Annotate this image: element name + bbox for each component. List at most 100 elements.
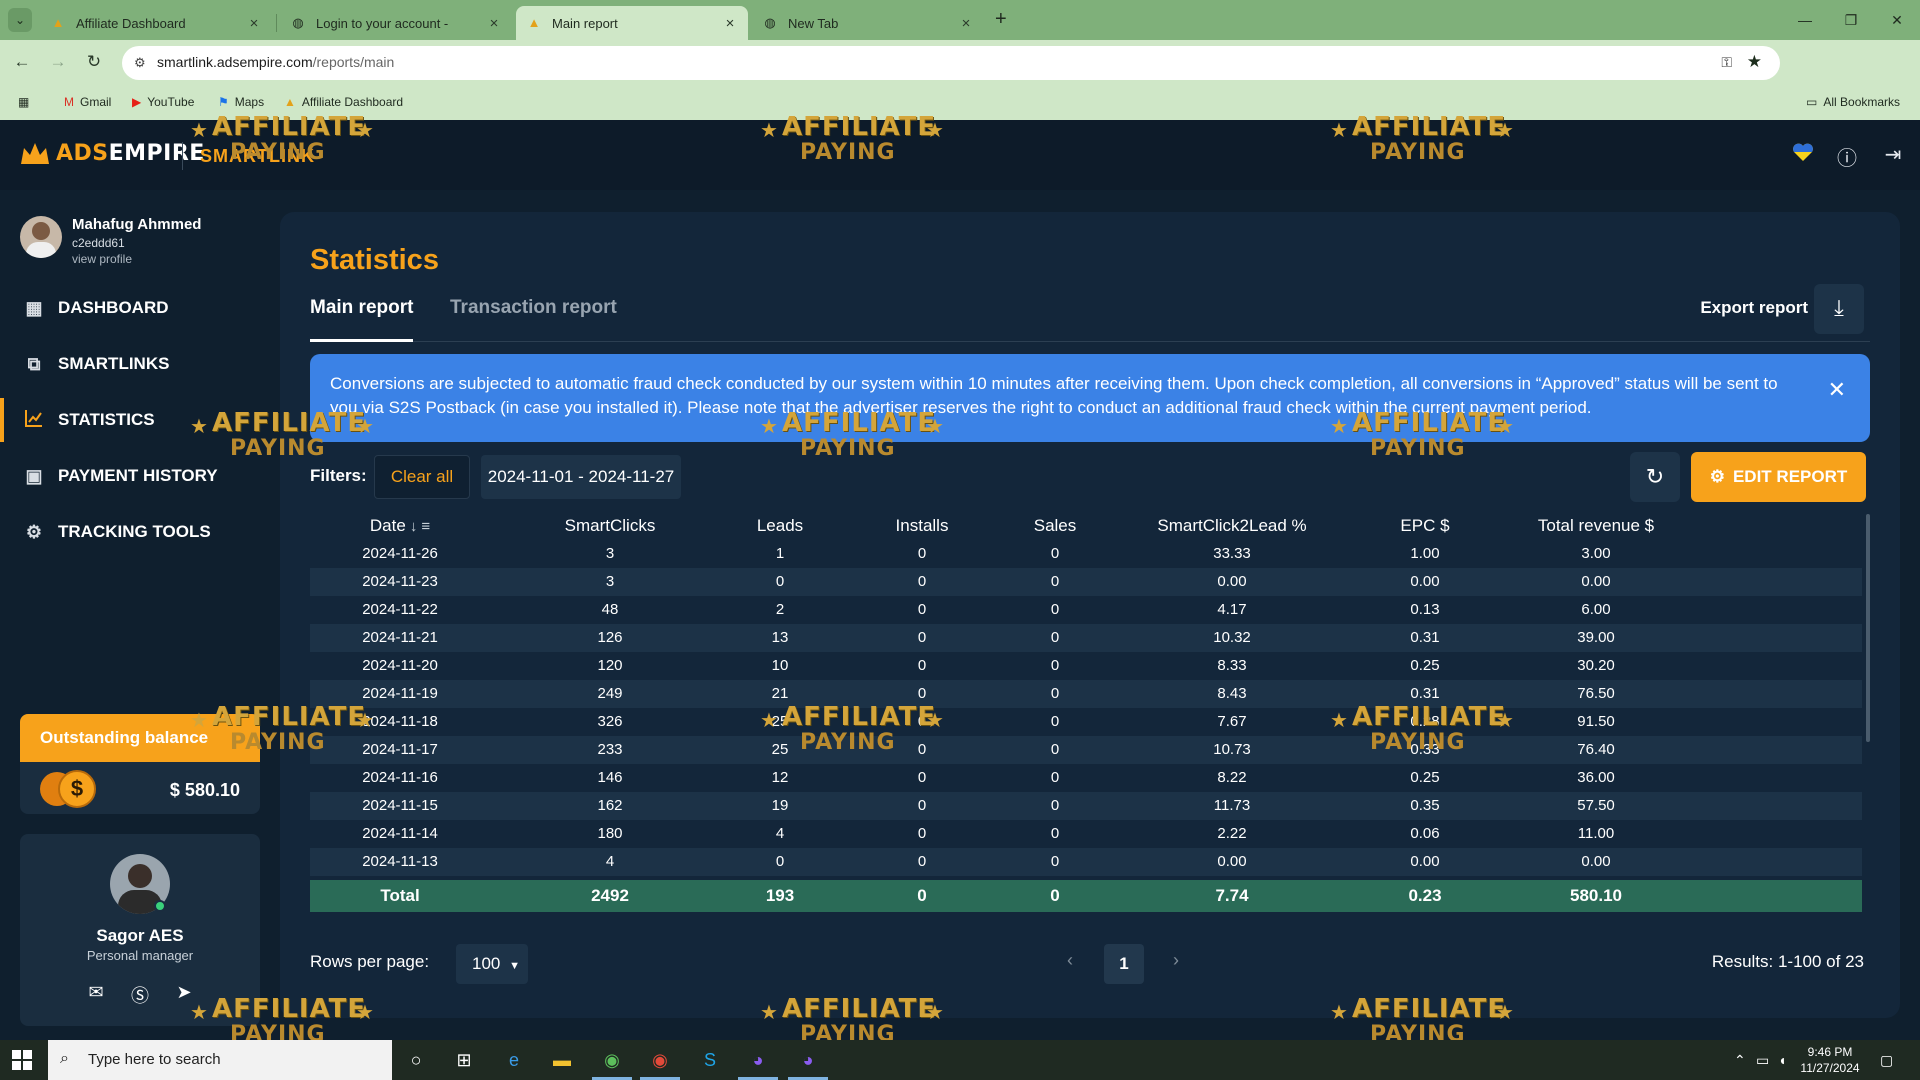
browser-tab-affiliate-dashboard[interactable]: ▲ Affiliate Dashboard × [40,6,272,40]
page-number-button[interactable]: 1 [1104,944,1144,984]
tab-search-menu-icon[interactable]: ⌄ [8,8,32,32]
chrome-icon[interactable]: ◉ [598,1048,626,1072]
forward-arrow-icon[interactable]: → [46,52,70,72]
adsempire-logo[interactable]: ADS EMPIRE [20,140,205,166]
sort-arrow-icon[interactable]: ↓ [410,518,418,535]
clear-all-button[interactable]: Clear all [374,455,470,499]
skype-icon[interactable]: Ⓢ [128,982,152,1008]
telegram-icon[interactable]: ➤ [172,982,196,1003]
skype-app-icon[interactable]: S [696,1048,724,1072]
taskbar-search-input[interactable]: ⌕ Type here to search [48,1040,392,1080]
cell-total-revenue: 91.50 [1577,713,1615,730]
reload-icon[interactable]: ↻ [82,52,106,72]
table-row: 2024-11-19 249 21 0 0 8.43 0.31 76.50 [310,680,1862,708]
close-tab-icon[interactable]: × [958,15,974,32]
rows-per-page-select[interactable]: 100 ▼ [456,944,528,984]
table-scrollbar[interactable] [1866,514,1870,742]
filter-icon[interactable]: ≡ [421,518,430,535]
back-arrow-icon[interactable]: ← [10,52,34,72]
table-row: 2024-11-16 146 12 0 0 8.22 0.25 36.00 [310,764,1862,792]
cell-installs: 0 [917,769,927,786]
cell-epc: 0.13 [1410,601,1440,618]
browser-tab-login[interactable]: ◍ Login to your account - × [280,6,512,40]
cell-sales: 0 [1050,825,1060,842]
ukraine-heart-icon[interactable] [1790,142,1816,168]
product-name: SMARTLINK [200,146,315,166]
cell-smartclicks: 249 [597,685,623,702]
cell-smartclick2lead: 0.00 [1217,853,1247,870]
edit-report-button[interactable]: ⚙ EDIT REPORT [1691,452,1866,502]
column-header-leads[interactable]: Leads [757,512,803,540]
tab-main-report[interactable]: Main report [310,296,414,342]
results-count: Results: 1-100 of 23 [1711,952,1864,971]
table-row: 2024-11-26 3 1 0 0 33.33 1.00 3.00 [310,540,1862,568]
column-header-sales[interactable]: Sales [1034,512,1077,540]
volume-icon[interactable]: ◖ [1778,1052,1786,1068]
all-bookmarks-folder[interactable]: ▭ All Bookmarks [1806,95,1900,109]
download-icon[interactable]: ⤓ [1814,284,1864,334]
messenger-icon[interactable]: ◕ [794,1048,822,1072]
bookmark-star-icon[interactable]: ★ [1747,52,1762,72]
close-window-icon[interactable]: ✕ [1874,6,1920,34]
restore-window-icon[interactable]: ❐ [1828,6,1874,34]
password-key-icon[interactable]: ⚿ [1721,54,1732,71]
column-header-smartclicks[interactable]: SmartClicks [565,512,656,540]
column-header-smartclick2lead[interactable]: SmartClick2Lead % [1157,512,1306,540]
chrome-profile-icon[interactable]: ◉ [646,1048,674,1072]
close-icon[interactable]: ✕ [1828,378,1846,402]
close-tab-icon[interactable]: × [246,15,262,32]
gear-icon: ⚙ [25,521,43,542]
messenger-icon[interactable]: ◕ [744,1048,772,1072]
notification-icon[interactable]: ▢ [1880,1052,1893,1069]
column-header-total-revenue[interactable]: Total revenue $ [1538,512,1654,540]
close-tab-icon[interactable]: × [722,15,738,32]
cell-smartclick2lead: 10.73 [1213,741,1251,758]
logout-icon[interactable]: ⇥ [1880,142,1906,167]
browser-tab-main-report[interactable]: ▲ Main report × [516,6,748,40]
column-header-installs[interactable]: Installs [896,512,949,540]
new-tab-plus-icon[interactable]: + [995,8,1007,31]
task-view-icon[interactable]: ⊞ [450,1048,478,1072]
edge-icon[interactable]: e [500,1048,528,1072]
sidebar-item-smartlinks[interactable]: ⧉ SMARTLINKS [0,342,280,386]
cortana-icon[interactable]: ○ [402,1048,430,1072]
sidebar-item-statistics[interactable]: STATISTICS [0,398,280,442]
bookmark-maps[interactable]: ⚑ Maps [218,95,264,109]
cell-sales: 0 [1050,573,1060,590]
sidebar-item-payment-history[interactable]: ▣ PAYMENT HISTORY [0,454,280,498]
bookmark-affiliate-dashboard[interactable]: ▲ Affiliate Dashboard [284,95,403,109]
cell-epc: 1.00 [1410,545,1440,562]
tab-transaction-report[interactable]: Transaction report [450,296,617,342]
cell-smartclicks: 126 [597,629,623,646]
date-range-picker[interactable]: 2024-11-01 - 2024-11-27 [481,455,681,499]
taskbar-clock[interactable]: 9:46 PM 11/27/2024 [1800,1044,1860,1076]
rows-per-page-label: Rows per page: [310,952,430,971]
cell-installs: 0 [917,573,927,590]
bookmark-gmail[interactable]: M Gmail [64,95,111,109]
email-icon[interactable]: ✉ [84,982,108,1003]
column-header-date[interactable]: Date ↓ ≡ [370,512,430,540]
windows-start-icon[interactable] [12,1050,32,1070]
apps-grid-icon[interactable]: ▦ [18,95,29,109]
sidebar-item-dashboard[interactable]: ▦ DASHBOARD [0,286,280,330]
cell-smartclick2lead: 11.73 [1213,797,1251,814]
chevron-left-icon[interactable]: ‹ [1067,950,1073,971]
refresh-icon[interactable]: ↻ [1630,452,1680,502]
cell-smartclick2lead: 0.00 [1217,573,1247,590]
site-info-icon[interactable]: ⚙ [134,55,146,71]
column-header-epc[interactable]: EPC $ [1400,512,1449,540]
minimize-window-icon[interactable]: — [1782,6,1828,34]
chevron-right-icon[interactable]: › [1173,950,1179,971]
windows-taskbar: ⌕ Type here to search ○ ⊞ e ▬ ◉ ◉ S ◕ ◕ … [0,1040,1920,1080]
chevron-up-icon[interactable]: ⌃ [1734,1052,1746,1069]
file-explorer-icon[interactable]: ▬ [548,1048,576,1072]
view-profile-link[interactable]: view profile [72,252,132,266]
browser-tab-new-tab[interactable]: ◍ New Tab × [752,6,984,40]
network-icon[interactable]: ▭ [1756,1052,1769,1069]
help-question-icon[interactable]: ⓘ [1834,142,1860,171]
sidebar-item-tracking-tools[interactable]: ⚙ TRACKING TOOLS [0,510,280,554]
bookmark-youtube[interactable]: ▶ YouTube [132,95,194,109]
export-report-label[interactable]: Export report [1700,298,1808,318]
close-tab-icon[interactable]: × [486,15,502,32]
url-omnibox[interactable]: ⚙ smartlink.adsempire.com/reports/main ⚿… [122,46,1780,80]
